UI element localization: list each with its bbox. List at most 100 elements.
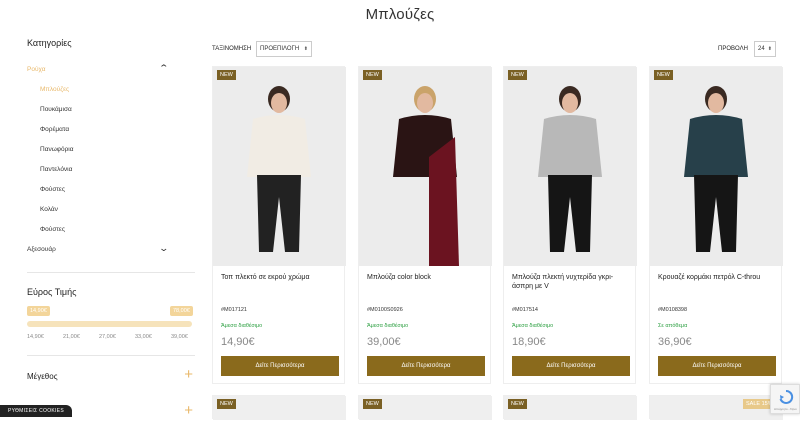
product-image[interactable]: NEW [359, 396, 492, 420]
product-image[interactable]: NEW [359, 67, 492, 266]
view-label: ΠΡΟΒΟΛΗ [718, 46, 748, 52]
category-item[interactable]: Φορέματα [27, 126, 195, 146]
view-select[interactable]: 24 ⬍ [754, 41, 776, 57]
category-label: Παντελόνια [40, 166, 73, 173]
new-badge: NEW [217, 70, 236, 80]
new-badge: NEW [363, 70, 382, 80]
category-label: Φούστες [40, 226, 65, 233]
new-badge: NEW [363, 399, 382, 409]
price-range-slider[interactable]: 14,90€ 78,00€ 14,90€ 21,00€ 27,00€ 33,00€ 39… [27, 303, 195, 343]
see-more-button[interactable]: Δείτε Περισσότερα [512, 356, 630, 376]
product-card[interactable]: NEW Τοπ πλεκτό σε εκρού χρώμα #M017121 Άμεσ… [212, 66, 346, 384]
product-code: #M017121 [221, 307, 247, 313]
price-tick-label: 21,00€ [63, 334, 80, 340]
category-label: Φορέματα [40, 126, 70, 133]
availability-status: Άμεσα διαθέσιμο [221, 323, 263, 329]
product-image[interactable]: NEW [504, 396, 637, 420]
product-image[interactable]: NEW [213, 396, 346, 420]
see-more-button[interactable]: Δείτε Περισσότερα [367, 356, 485, 376]
product-image[interactable]: NEW [650, 67, 783, 266]
price-min-tooltip: 14,90€ [27, 306, 50, 316]
product-image[interactable]: SALE 15% [650, 396, 783, 420]
product-name[interactable]: Μπλούζα color block [367, 273, 487, 282]
sidebar: Κατηγορίες Ρούχα ⌃ Μπλούζες Πουκάμισα Φορέμα… [27, 38, 195, 442]
product-photo [359, 67, 492, 266]
recaptcha-text: Απόρρητο - Όροι [774, 407, 797, 411]
new-badge: NEW [217, 399, 236, 409]
plus-icon[interactable]: + [184, 403, 193, 418]
category-item[interactable]: Ρούχα ⌃ [27, 64, 195, 86]
availability-status: Άμεσα διαθέσιμο [512, 323, 554, 329]
chevron-up-icon[interactable]: ⌃ [159, 64, 170, 73]
product-photo [650, 67, 783, 266]
product-card[interactable]: NEW Κρουαζέ κορμάκι πετρόλ C-throu #M01083… [649, 66, 783, 384]
product-price: 18,90€ [512, 336, 546, 348]
category-label: Αξεσουάρ [27, 246, 56, 253]
view-value: 24 [758, 46, 765, 52]
new-badge: NEW [508, 70, 527, 80]
category-list: Ρούχα ⌃ Μπλούζες Πουκάμισα Φορέματα Πανωφόρια… [27, 64, 195, 266]
product-price: 36,90€ [658, 336, 692, 348]
categories-heading: Κατηγορίες [27, 38, 72, 48]
product-code: #M0108398 [658, 307, 688, 313]
new-badge: NEW [508, 399, 527, 409]
product-card[interactable]: NEW [503, 395, 637, 420]
divider [27, 355, 195, 356]
category-item[interactable]: Πουκάμισα [27, 106, 195, 126]
product-price: 39,00€ [367, 336, 401, 348]
plus-icon[interactable]: + [184, 367, 193, 382]
price-tick-label: 39,00€ [171, 334, 188, 340]
availability-status: Άμεσα διαθέσιμο [367, 323, 409, 329]
price-range-track[interactable] [27, 321, 192, 327]
cookie-settings-button[interactable]: ΡΥΘΜΙΣΕΙΣ COOKIES [0, 405, 73, 417]
see-more-button[interactable]: Δείτε Περισσότερα [658, 356, 776, 376]
toolbar: ΤΑΞΙΝΟΜΗΣΗ ΠΡΟΕΠΙΛΟΓΗ ⬍ ΠΡΟΒΟΛΗ 24 ⬍ [212, 41, 800, 59]
product-photo [504, 67, 637, 266]
chevron-down-icon[interactable]: ⌄ [159, 244, 170, 253]
sort-value: ΠΡΟΕΠΙΛΟΓΗ [260, 46, 300, 52]
price-tick-label: 14,90€ [27, 334, 44, 340]
see-more-button[interactable]: Δείτε Περισσότερα [221, 356, 339, 376]
product-name[interactable]: Μπλούζα πλεκτή νυχτερίδα γκρι-άσπρη με V [512, 273, 632, 291]
select-arrows-icon: ⬍ [303, 46, 308, 52]
product-code: #M0100S0926 [367, 307, 403, 313]
product-price: 14,90€ [221, 336, 255, 348]
category-item[interactable]: Φούστες [27, 186, 195, 206]
product-card[interactable]: SALE 15% [649, 395, 783, 420]
product-image[interactable]: NEW [504, 67, 637, 266]
product-name[interactable]: Κρουαζέ κορμάκι πετρόλ C-throu [658, 273, 778, 282]
category-label: Φούστες [40, 186, 65, 193]
category-item[interactable]: Παντελόνια [27, 166, 195, 186]
product-card[interactable]: NEW [212, 395, 346, 420]
category-item[interactable]: Αξεσουάρ ⌄ [27, 244, 195, 266]
product-card[interactable]: NEW [358, 395, 492, 420]
divider [27, 272, 195, 273]
availability-status: Σε απόθεμα [658, 323, 688, 329]
price-tick-label: 27,00€ [99, 334, 116, 340]
sort-label: ΤΑΞΙΝΟΜΗΣΗ [212, 46, 252, 52]
recaptcha-badge[interactable]: Απόρρητο - Όροι [770, 384, 800, 414]
category-label: Κολάν [40, 206, 58, 213]
product-name[interactable]: Τοπ πλεκτό σε εκρού χρώμα [221, 273, 341, 282]
product-card[interactable]: NEW Μπλούζα πλεκτή νυχτερίδα γκρι-άσπρη μ… [503, 66, 637, 384]
sort-select[interactable]: ΠΡΟΕΠΙΛΟΓΗ ⬍ [256, 41, 312, 57]
category-item[interactable]: Πανωφόρια [27, 146, 195, 166]
recaptcha-icon [779, 389, 794, 404]
category-label: Πανωφόρια [40, 146, 74, 153]
category-item[interactable]: Μπλούζες [27, 86, 195, 106]
filter-accordion[interactable]: Μέγεθος + [27, 367, 195, 392]
filter-list: Μέγεθος+Σύνθεση+ [27, 367, 195, 428]
select-arrows-icon: ⬍ [767, 46, 772, 52]
price-max-tooltip: 78,00€ [170, 306, 193, 316]
new-badge: NEW [654, 70, 673, 80]
product-code: #M017514 [512, 307, 538, 313]
category-label: Μπλούζες [40, 86, 70, 93]
category-item[interactable]: Κολάν [27, 206, 195, 226]
price-tick-label: 33,00€ [135, 334, 152, 340]
price-range-heading: Εύρος Τιμής [27, 287, 77, 297]
category-label: Ρούχα [27, 66, 46, 73]
product-card[interactable]: NEW Μπλούζα color block #M0100S0926 Άμεσα δ… [358, 66, 492, 384]
product-photo [213, 67, 346, 266]
category-item[interactable]: Φούστες [27, 226, 195, 246]
product-image[interactable]: NEW [213, 67, 346, 266]
